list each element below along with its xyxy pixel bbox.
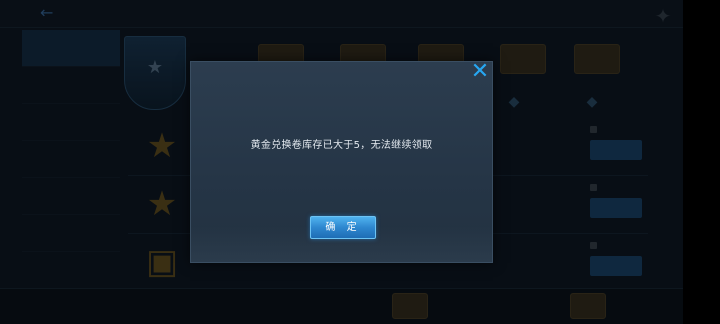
screen-edge [683,0,720,324]
close-icon[interactable]: ✕ [470,61,490,83]
dialog-message: 黄金兑换卷库存已大于5，无法继续领取 [250,140,433,151]
confirm-button[interactable]: 确 定 [310,216,376,239]
